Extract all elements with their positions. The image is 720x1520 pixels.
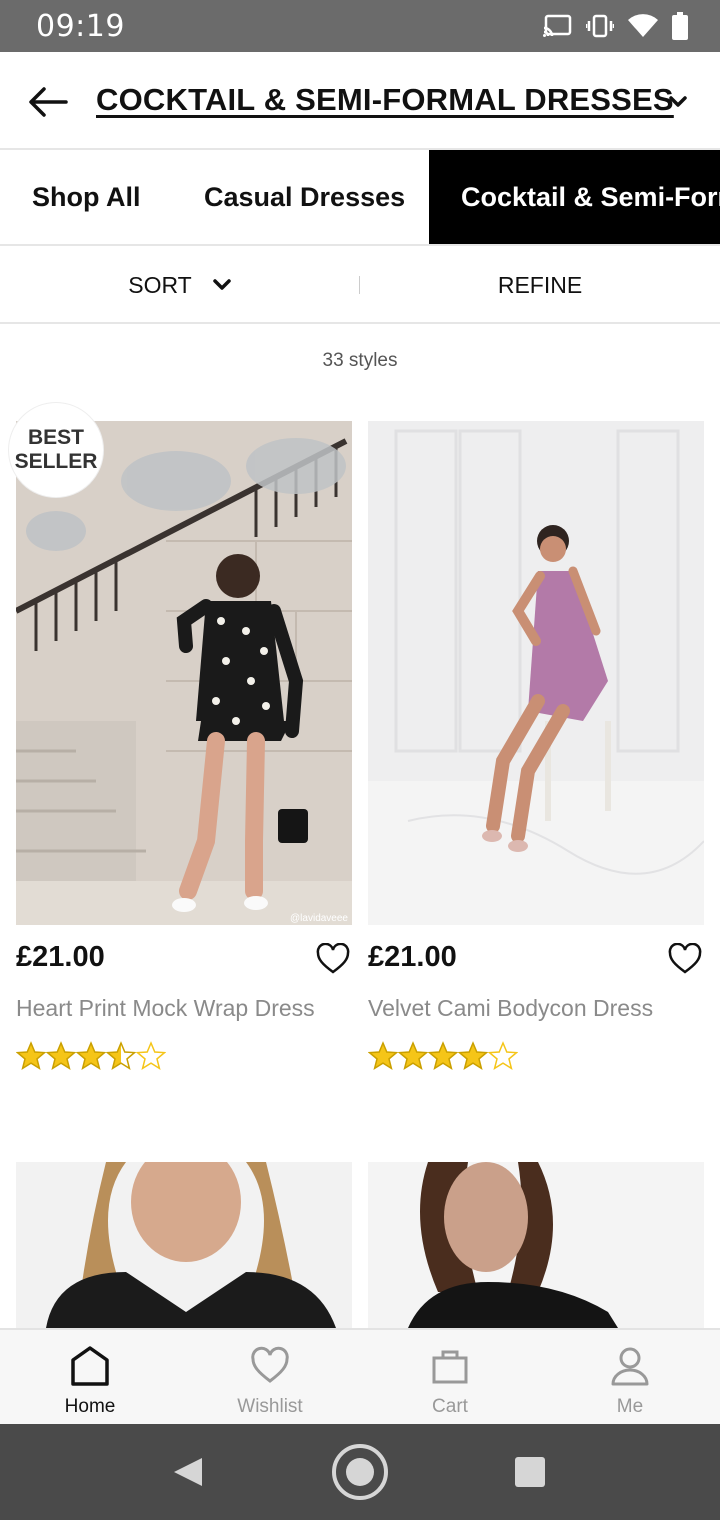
wishlist-button[interactable] (316, 942, 350, 975)
nav-cart[interactable]: Cart (360, 1330, 540, 1426)
heart-icon (251, 1346, 289, 1383)
heart-icon (668, 942, 702, 974)
star-icon (458, 1041, 488, 1071)
tab-shop-all[interactable]: Shop All (0, 150, 173, 244)
nav-label: Wishlist (237, 1396, 303, 1417)
filter-bar: SORT REFINE (0, 246, 720, 324)
status-bar: 09:19 (0, 0, 720, 52)
star-icon (398, 1041, 428, 1071)
system-home-icon[interactable] (330, 1442, 390, 1502)
nav-me[interactable]: Me (540, 1330, 720, 1426)
refine-button[interactable]: REFINE (360, 246, 720, 324)
product-price: £21.00 (16, 941, 105, 973)
star-icon (106, 1041, 136, 1071)
user-icon (611, 1347, 649, 1386)
badge-line-1: BEST (27, 426, 84, 449)
nav-label: Home (64, 1396, 116, 1417)
status-time: 09:19 (36, 9, 125, 44)
star-icon (488, 1041, 518, 1071)
cast-icon (542, 14, 572, 43)
battery-icon (672, 12, 688, 45)
wifi-icon (628, 14, 658, 43)
bag-icon (432, 1350, 468, 1384)
system-navigation-bar (0, 1424, 720, 1520)
chevron-down-icon (669, 96, 687, 107)
star-icon (428, 1041, 458, 1071)
star-icon (46, 1041, 76, 1071)
refine-label: REFINE (497, 271, 583, 298)
heart-icon (316, 942, 350, 974)
product-name[interactable]: Velvet Cami Bodycon Dress (368, 995, 653, 1022)
sort-label: SORT (128, 271, 192, 298)
page-title[interactable]: COCKTAIL & SEMI-FORMAL DRESSES (96, 82, 674, 118)
product-name[interactable]: Heart Print Mock Wrap Dress (16, 995, 315, 1022)
star-icon (368, 1041, 398, 1071)
back-button[interactable] (26, 80, 70, 124)
category-dropdown-button[interactable] (666, 90, 690, 114)
best-seller-badge: BEST SELLER (8, 402, 104, 498)
page-header: COCKTAIL & SEMI-FORMAL DRESSES (0, 52, 720, 150)
sort-button[interactable]: SORT (0, 246, 360, 324)
product-image[interactable] (368, 1162, 704, 1328)
bottom-navigation: Home Wishlist Cart Me (0, 1328, 720, 1424)
category-tabs: Shop All Casual Dresses Cocktail & Semi-… (0, 150, 720, 246)
star-icon (136, 1041, 166, 1071)
back-arrow-icon (29, 87, 68, 117)
wishlist-button[interactable] (668, 942, 702, 975)
rating-stars (16, 1041, 166, 1071)
system-recents-icon[interactable] (514, 1456, 546, 1488)
tab-cocktail-semi-formal[interactable]: Cocktail & Semi-Formal Dresses (429, 150, 720, 244)
nav-label: Me (616, 1396, 644, 1417)
vibrate-icon (584, 14, 616, 43)
photo-credit: @lavidaveee (290, 913, 348, 924)
home-icon (71, 1346, 109, 1386)
chevron-down-icon (212, 279, 231, 290)
star-icon (76, 1041, 106, 1071)
star-icon (16, 1041, 46, 1071)
nav-wishlist[interactable]: Wishlist (180, 1330, 360, 1426)
tab-casual-dresses[interactable]: Casual Dresses (172, 150, 437, 244)
nav-home[interactable]: Home (0, 1330, 180, 1426)
product-image[interactable] (16, 1162, 352, 1328)
results-count: 33 styles (322, 350, 398, 371)
product-price: £21.00 (368, 941, 457, 973)
rating-stars (368, 1041, 518, 1071)
product-image[interactable] (368, 421, 704, 925)
system-back-icon[interactable] (170, 1454, 206, 1490)
nav-label: Cart (432, 1396, 468, 1417)
badge-line-2: SELLER (14, 450, 98, 473)
